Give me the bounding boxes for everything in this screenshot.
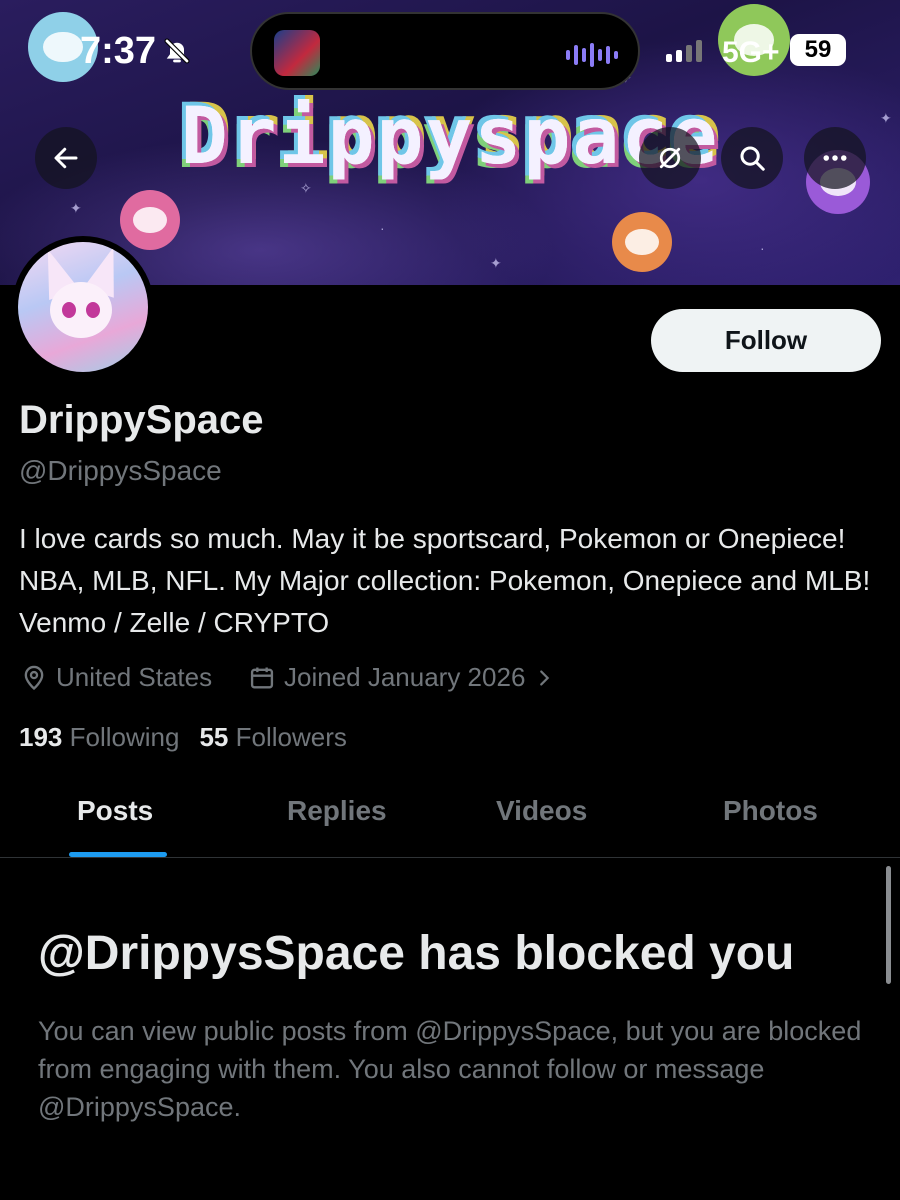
back-button[interactable] [35, 127, 97, 189]
battery-indicator: 59 [790, 34, 846, 66]
star-decoration: · [380, 220, 385, 236]
tab-videos[interactable]: Videos [496, 795, 587, 827]
profile-handle: @DrippysSpace [19, 455, 222, 486]
chevron-right-icon [540, 669, 550, 686]
audio-waveform-icon [566, 42, 618, 68]
profile-joined[interactable]: Joined January 2026 [248, 662, 555, 693]
mute-button[interactable] [639, 127, 701, 189]
star-decoration: ✦ [880, 110, 892, 126]
star-decoration: ✦ [490, 255, 502, 271]
profile-bio: I love cards so much. May it be sportsca… [19, 523, 871, 638]
blocked-description: You can view public posts from @DrippysS… [38, 1016, 862, 1122]
search-icon [740, 146, 765, 171]
cellular-signal-icon [666, 40, 702, 62]
follow-counts: 193 Following 55 Followers [19, 722, 347, 753]
star-decoration: ✧ [300, 180, 312, 196]
avatar-eye [62, 302, 76, 318]
avatar-eye [86, 302, 100, 318]
avatar-image [18, 242, 148, 372]
joined-text: Joined January 2026 [284, 662, 526, 692]
minior-pink-decoration [120, 190, 180, 250]
tab-replies[interactable]: Replies [287, 795, 387, 827]
arrow-left-icon [54, 147, 78, 169]
network-type: 5G+ [722, 36, 780, 69]
avatar[interactable] [12, 236, 154, 378]
following-link[interactable]: 193 Following [19, 722, 179, 753]
minior-orange-decoration [612, 212, 672, 272]
following-label: Following [69, 722, 180, 752]
followers-link[interactable]: 55 Followers [199, 722, 346, 753]
location-pin-icon [24, 665, 44, 690]
profile-location: United States [20, 662, 212, 693]
star-decoration: ✦ [70, 200, 82, 216]
display-name: DrippySpace [19, 398, 264, 442]
followers-label: Followers [235, 722, 347, 752]
calendar-icon [250, 667, 274, 688]
search-button[interactable] [721, 127, 783, 189]
tab-posts[interactable]: Posts [77, 795, 153, 827]
avatar-face [50, 282, 112, 338]
more-icon [823, 155, 847, 161]
now-playing-artwork [274, 30, 320, 76]
status-time: 7:37 [80, 30, 157, 72]
follow-button[interactable]: Follow [651, 309, 881, 372]
following-count: 193 [19, 722, 63, 752]
blocked-title: @DrippysSpace has blocked you [38, 927, 795, 980]
location-text: United States [56, 662, 213, 692]
tab-photos[interactable]: Photos [723, 795, 818, 827]
followers-count: 55 [199, 722, 229, 752]
more-options-button[interactable] [804, 127, 866, 189]
eye-slash-icon [659, 147, 681, 169]
scrollbar[interactable] [886, 866, 891, 984]
bell-slash-icon [164, 38, 190, 64]
star-decoration: · [760, 240, 765, 256]
dynamic-island[interactable] [250, 12, 640, 90]
tabs-divider [0, 857, 900, 858]
